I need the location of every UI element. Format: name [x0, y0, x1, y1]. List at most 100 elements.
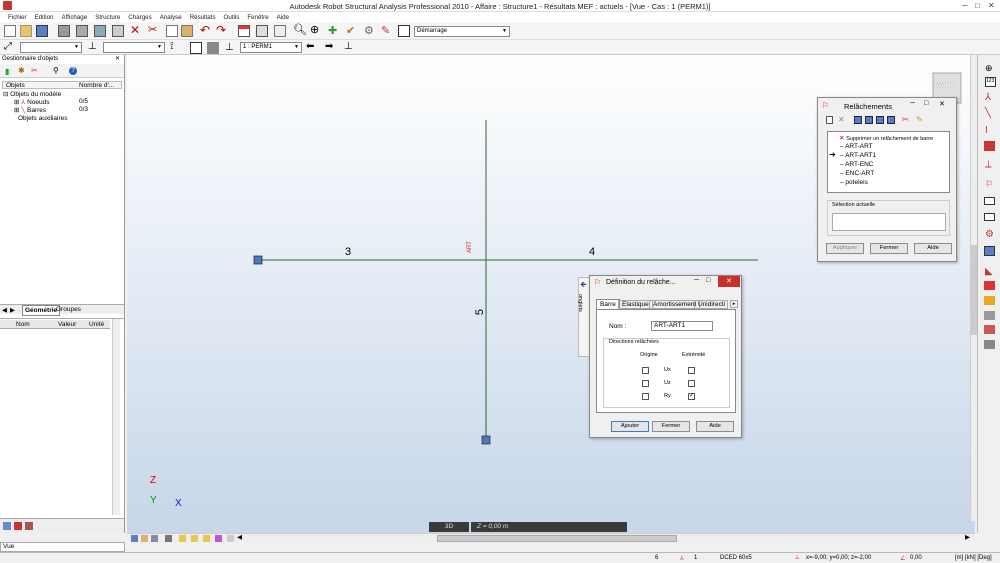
release-item-selected[interactable]: – ART-ART1 [840, 152, 876, 159]
col-objects[interactable]: Objets [6, 82, 25, 89]
layout-icon[interactable] [398, 25, 410, 37]
tab-geometry[interactable]: Géométrie [22, 305, 61, 316]
horizontal-scrollbar-thumb[interactable] [437, 535, 677, 542]
print-preview-icon[interactable] [76, 25, 88, 37]
cut-icon[interactable]: ✂ [148, 24, 160, 36]
view-list-icon-1[interactable] [854, 116, 862, 124]
definition-minimize-icon[interactable]: ─ [694, 277, 699, 284]
axis-icon[interactable]: ⊕ [985, 63, 993, 74]
section-icon[interactable]: 123 [985, 77, 996, 87]
z-level[interactable]: Z = 0,00 m [471, 522, 627, 532]
releases-minimize-icon[interactable]: ─ [910, 100, 915, 107]
view-cube-label[interactable]: AVANT [934, 83, 954, 89]
bar-select-icon[interactable]: ⊥ [88, 41, 100, 53]
tab-scroll-right-icon[interactable]: ▶ [10, 306, 15, 314]
view-tool-3[interactable] [151, 535, 158, 542]
tab-elastic[interactable]: Elastique [618, 300, 653, 309]
copy-icon[interactable] [166, 25, 178, 37]
tab-unidirectional[interactable]: Unidirecti [694, 300, 728, 309]
new-icon[interactable] [4, 25, 16, 37]
model-icon[interactable]: ▮ [5, 67, 9, 76]
menu-tools[interactable]: Outils [220, 14, 244, 21]
release-item[interactable]: – ART-ENC [840, 161, 873, 168]
redo-icon[interactable]: ↷ [216, 24, 228, 36]
gray-box-icon[interactable] [207, 42, 219, 54]
open-icon[interactable] [20, 25, 32, 37]
col-count[interactable]: Nombre d'... [79, 82, 114, 89]
menu-view[interactable]: Affichage [58, 14, 92, 21]
view-list-icon-2[interactable] [865, 116, 873, 124]
new-release-icon[interactable] [826, 116, 833, 124]
properties-scrollbar[interactable] [112, 319, 120, 515]
mesh-icon[interactable]: ⚙ [985, 229, 994, 240]
view-tool-9[interactable] [227, 535, 234, 542]
definition-close-button[interactable]: Fermer [652, 421, 690, 432]
case-icon[interactable]: ⊥ [225, 42, 237, 54]
edit-release-icon[interactable]: ✎ [916, 115, 923, 124]
zoom-icon[interactable]: 🔍︎ [293, 24, 307, 36]
release-item[interactable]: – poteleis [840, 179, 868, 186]
add-button[interactable]: Ajouter [611, 421, 649, 432]
view-mode[interactable]: 3D [429, 522, 469, 532]
load-case-select[interactable]: 1 : PERM1 ▼ [240, 42, 302, 53]
cladding-icon[interactable] [984, 281, 995, 290]
panel-tool-icon[interactable] [984, 197, 995, 205]
panel-close-icon[interactable]: ✕ [115, 55, 120, 62]
frame-tool-icon[interactable] [984, 213, 995, 221]
tab-groups[interactable]: Groupes [56, 306, 81, 313]
tab-bar[interactable]: Barre [596, 299, 620, 309]
tools-icon[interactable]: ✂ [31, 66, 38, 75]
bottom-icon-1[interactable] [3, 522, 11, 530]
apply-button[interactable]: Appliquer [826, 243, 864, 254]
definition-help-button[interactable]: Aide [696, 421, 734, 432]
bar-selection-field[interactable]: ▼ [103, 42, 165, 53]
releases-help-button[interactable]: Aide [914, 243, 952, 254]
tools-icon[interactable]: ✎ [381, 25, 393, 37]
solid-icon[interactable]: ◣ [985, 266, 993, 277]
table-tool-icon[interactable] [984, 246, 995, 256]
prev-case-icon[interactable]: ⬅ [306, 41, 318, 53]
view-tool-8[interactable] [215, 535, 222, 542]
tree-nodes[interactable]: ⊞ ⅄ Noeuds [14, 98, 49, 106]
bar-tool-icon[interactable]: ╲ [985, 108, 991, 119]
results-icon[interactable]: ✚ [328, 25, 340, 37]
name-field[interactable]: ART-ART1 [651, 321, 713, 331]
tab-damping[interactable]: Amortissement [649, 300, 701, 309]
close-icon[interactable]: ✕ [988, 1, 995, 10]
tree-model-objects[interactable]: ⊟ Objets du modèle [3, 90, 61, 98]
view-tool-7[interactable] [203, 535, 210, 542]
layout-select[interactable]: Démarrage ▼ [414, 26, 510, 37]
lock-icon[interactable] [274, 25, 286, 37]
menu-help[interactable]: Aide [273, 14, 293, 21]
minimize-icon[interactable]: ─ [962, 1, 968, 10]
screen-capture-icon[interactable] [94, 25, 106, 37]
vertical-scrollbar[interactable] [970, 55, 977, 521]
search-icon[interactable]: ⚲ [53, 66, 59, 75]
view-tool-4[interactable] [165, 535, 172, 542]
table-icon[interactable] [238, 25, 250, 37]
settings-icon[interactable]: ⚙ [364, 25, 376, 37]
case-props-icon[interactable]: ⊥ [344, 41, 356, 53]
ry-origin-checkbox[interactable] [642, 393, 649, 400]
cursor-icon[interactable]: ⤢ [4, 41, 16, 53]
filter-icon[interactable]: ✱ [18, 66, 25, 75]
menu-file[interactable]: Fichier [4, 14, 31, 21]
frame-icon[interactable] [190, 42, 202, 54]
uz-end-checkbox[interactable] [688, 380, 695, 387]
next-case-icon[interactable]: ➡ [325, 41, 337, 53]
edit-icon-1[interactable] [984, 311, 995, 320]
view-tool-1[interactable] [131, 535, 138, 542]
check-icon[interactable]: ✔ [346, 25, 358, 37]
menu-window[interactable]: Fenêtre [243, 14, 272, 21]
view-input-field[interactable]: Vue [0, 542, 125, 552]
view-list-icon-3[interactable] [876, 116, 884, 124]
status-units[interactable]: [m] [kN] [Deg] [955, 555, 992, 561]
bottom-icon-2[interactable] [14, 522, 22, 530]
tree-aux-objects[interactable]: Objets auxiliaires [18, 115, 68, 122]
node-selection-field[interactable]: ▼ [20, 42, 82, 53]
paste-icon[interactable] [181, 25, 193, 37]
material-icon[interactable] [984, 296, 995, 305]
report-icon[interactable] [112, 25, 124, 37]
zoom-window-icon[interactable]: ⊕ [310, 24, 322, 36]
uz-origin-checkbox[interactable] [642, 380, 649, 387]
